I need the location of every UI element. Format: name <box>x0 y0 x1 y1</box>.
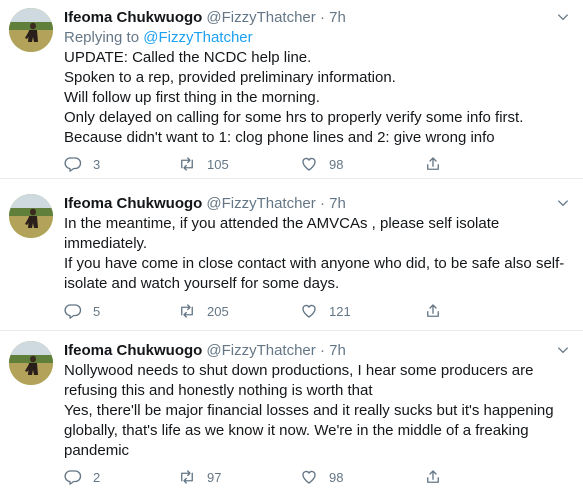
like-count: 98 <box>329 156 344 172</box>
tweet-header: Ifeoma Chukwuogo @FizzyThatcher · 7h <box>64 194 576 214</box>
chevron-down-icon[interactable] <box>554 194 572 212</box>
share-icon <box>427 470 439 483</box>
tweet[interactable]: Ifeoma Chukwuogo @FizzyThatcher · 7h Noll… <box>0 331 583 491</box>
tweet-actions: 3 105 98 <box>64 154 504 174</box>
reply-count: 5 <box>93 303 101 319</box>
avatar[interactable] <box>9 194 53 238</box>
tweet-line: globally, that's life as we know it now.… <box>64 422 529 439</box>
tweet-text: Nollywood needs to shut down productions… <box>64 361 576 461</box>
tweet-line: Only delayed on calling for some hrs to … <box>64 109 524 126</box>
tweet-text: UPDATE: Called the NCDC help line. Spoke… <box>64 48 576 148</box>
tweet-line: UPDATE: Called the NCDC help line. <box>64 49 312 66</box>
timestamp[interactable]: 7h <box>329 9 346 26</box>
tweet-line: Nollywood needs to shut down productions… <box>64 362 534 379</box>
user-handle[interactable]: @FizzyThatcher <box>206 195 315 212</box>
reply-icon <box>64 304 82 319</box>
like-button[interactable]: 98 <box>300 154 343 174</box>
avatar[interactable] <box>9 8 53 52</box>
reply-button[interactable]: 2 <box>64 467 100 487</box>
avatar[interactable] <box>9 341 53 385</box>
heart-icon <box>302 470 316 484</box>
tweet-line: Because didn't want to 1: clog phone lin… <box>64 129 495 146</box>
avatar-photo <box>9 8 53 52</box>
tweet-line: Will follow up first thing in the mornin… <box>64 89 320 106</box>
like-count: 98 <box>329 469 344 485</box>
reply-icon <box>64 157 82 172</box>
share-button[interactable] <box>424 301 453 321</box>
separator: · <box>319 195 325 212</box>
retweet-icon <box>181 157 193 171</box>
avatar-photo <box>9 194 53 238</box>
retweet-button[interactable]: 105 <box>178 154 229 174</box>
like-count: 121 <box>329 303 351 319</box>
retweet-button[interactable]: 205 <box>178 301 229 321</box>
share-icon <box>427 157 439 170</box>
tweet[interactable]: Ifeoma Chukwuogo @FizzyThatcher · 7h Repl… <box>0 0 583 178</box>
tweet-actions: 2 97 98 <box>64 467 504 487</box>
reply-count: 3 <box>93 156 101 172</box>
tweet-line: immediately. <box>64 235 148 252</box>
tweet-line: Yes, there'll be major financial losses … <box>64 402 554 419</box>
share-button[interactable] <box>424 467 453 487</box>
reply-button[interactable]: 5 <box>64 301 100 321</box>
tweet-line: In the meantime, if you attended the AMV… <box>64 215 500 232</box>
retweet-count: 205 <box>207 303 229 319</box>
timestamp[interactable]: 7h <box>329 342 346 359</box>
timestamp[interactable]: 7h <box>329 195 346 212</box>
display-name[interactable]: Ifeoma Chukwuogo <box>64 9 202 26</box>
retweet-button[interactable]: 97 <box>178 467 221 487</box>
separator: · <box>319 342 325 359</box>
tweet-line: Spoken to a rep, provided preliminary in… <box>64 69 396 86</box>
share-button[interactable] <box>424 154 453 174</box>
tweet-header: Ifeoma Chukwuogo @FizzyThatcher · 7h <box>64 341 576 361</box>
display-name[interactable]: Ifeoma Chukwuogo <box>64 342 202 359</box>
replying-mention[interactable]: @FizzyThatcher <box>143 29 252 46</box>
share-icon <box>427 304 439 317</box>
tweet-actions: 5 205 121 <box>64 301 504 321</box>
reply-count: 2 <box>93 469 101 485</box>
heart-icon <box>302 157 316 171</box>
replying-to: Replying to @FizzyThatcher <box>64 28 576 48</box>
tweet[interactable]: Ifeoma Chukwuogo @FizzyThatcher · 7h In t… <box>0 179 583 330</box>
retweet-icon <box>181 470 193 484</box>
separator: · <box>319 9 325 26</box>
tweet-header: Ifeoma Chukwuogo @FizzyThatcher · 7h <box>64 8 576 28</box>
tweet-line: If you have come in close contact with a… <box>64 255 565 272</box>
replying-prefix: Replying to <box>64 29 140 46</box>
retweet-icon <box>181 304 193 318</box>
tweet-line: isolate and watch yourself for some days… <box>64 275 340 292</box>
user-handle[interactable]: @FizzyThatcher <box>206 9 315 26</box>
heart-icon <box>302 304 316 318</box>
tweet-line: refusing this and honestly nothing is wo… <box>64 382 373 399</box>
retweet-count: 105 <box>207 156 229 172</box>
chevron-down-icon[interactable] <box>554 8 572 26</box>
tweet-text: In the meantime, if you attended the AMV… <box>64 214 576 294</box>
reply-button[interactable]: 3 <box>64 154 100 174</box>
like-button[interactable]: 121 <box>300 301 351 321</box>
tweet-line: pandemic <box>64 442 130 459</box>
reply-icon <box>64 470 82 485</box>
user-handle[interactable]: @FizzyThatcher <box>206 342 315 359</box>
display-name[interactable]: Ifeoma Chukwuogo <box>64 195 202 212</box>
chevron-down-icon[interactable] <box>554 341 572 359</box>
avatar-photo <box>9 341 53 385</box>
retweet-count: 97 <box>207 469 222 485</box>
like-button[interactable]: 98 <box>300 467 343 487</box>
